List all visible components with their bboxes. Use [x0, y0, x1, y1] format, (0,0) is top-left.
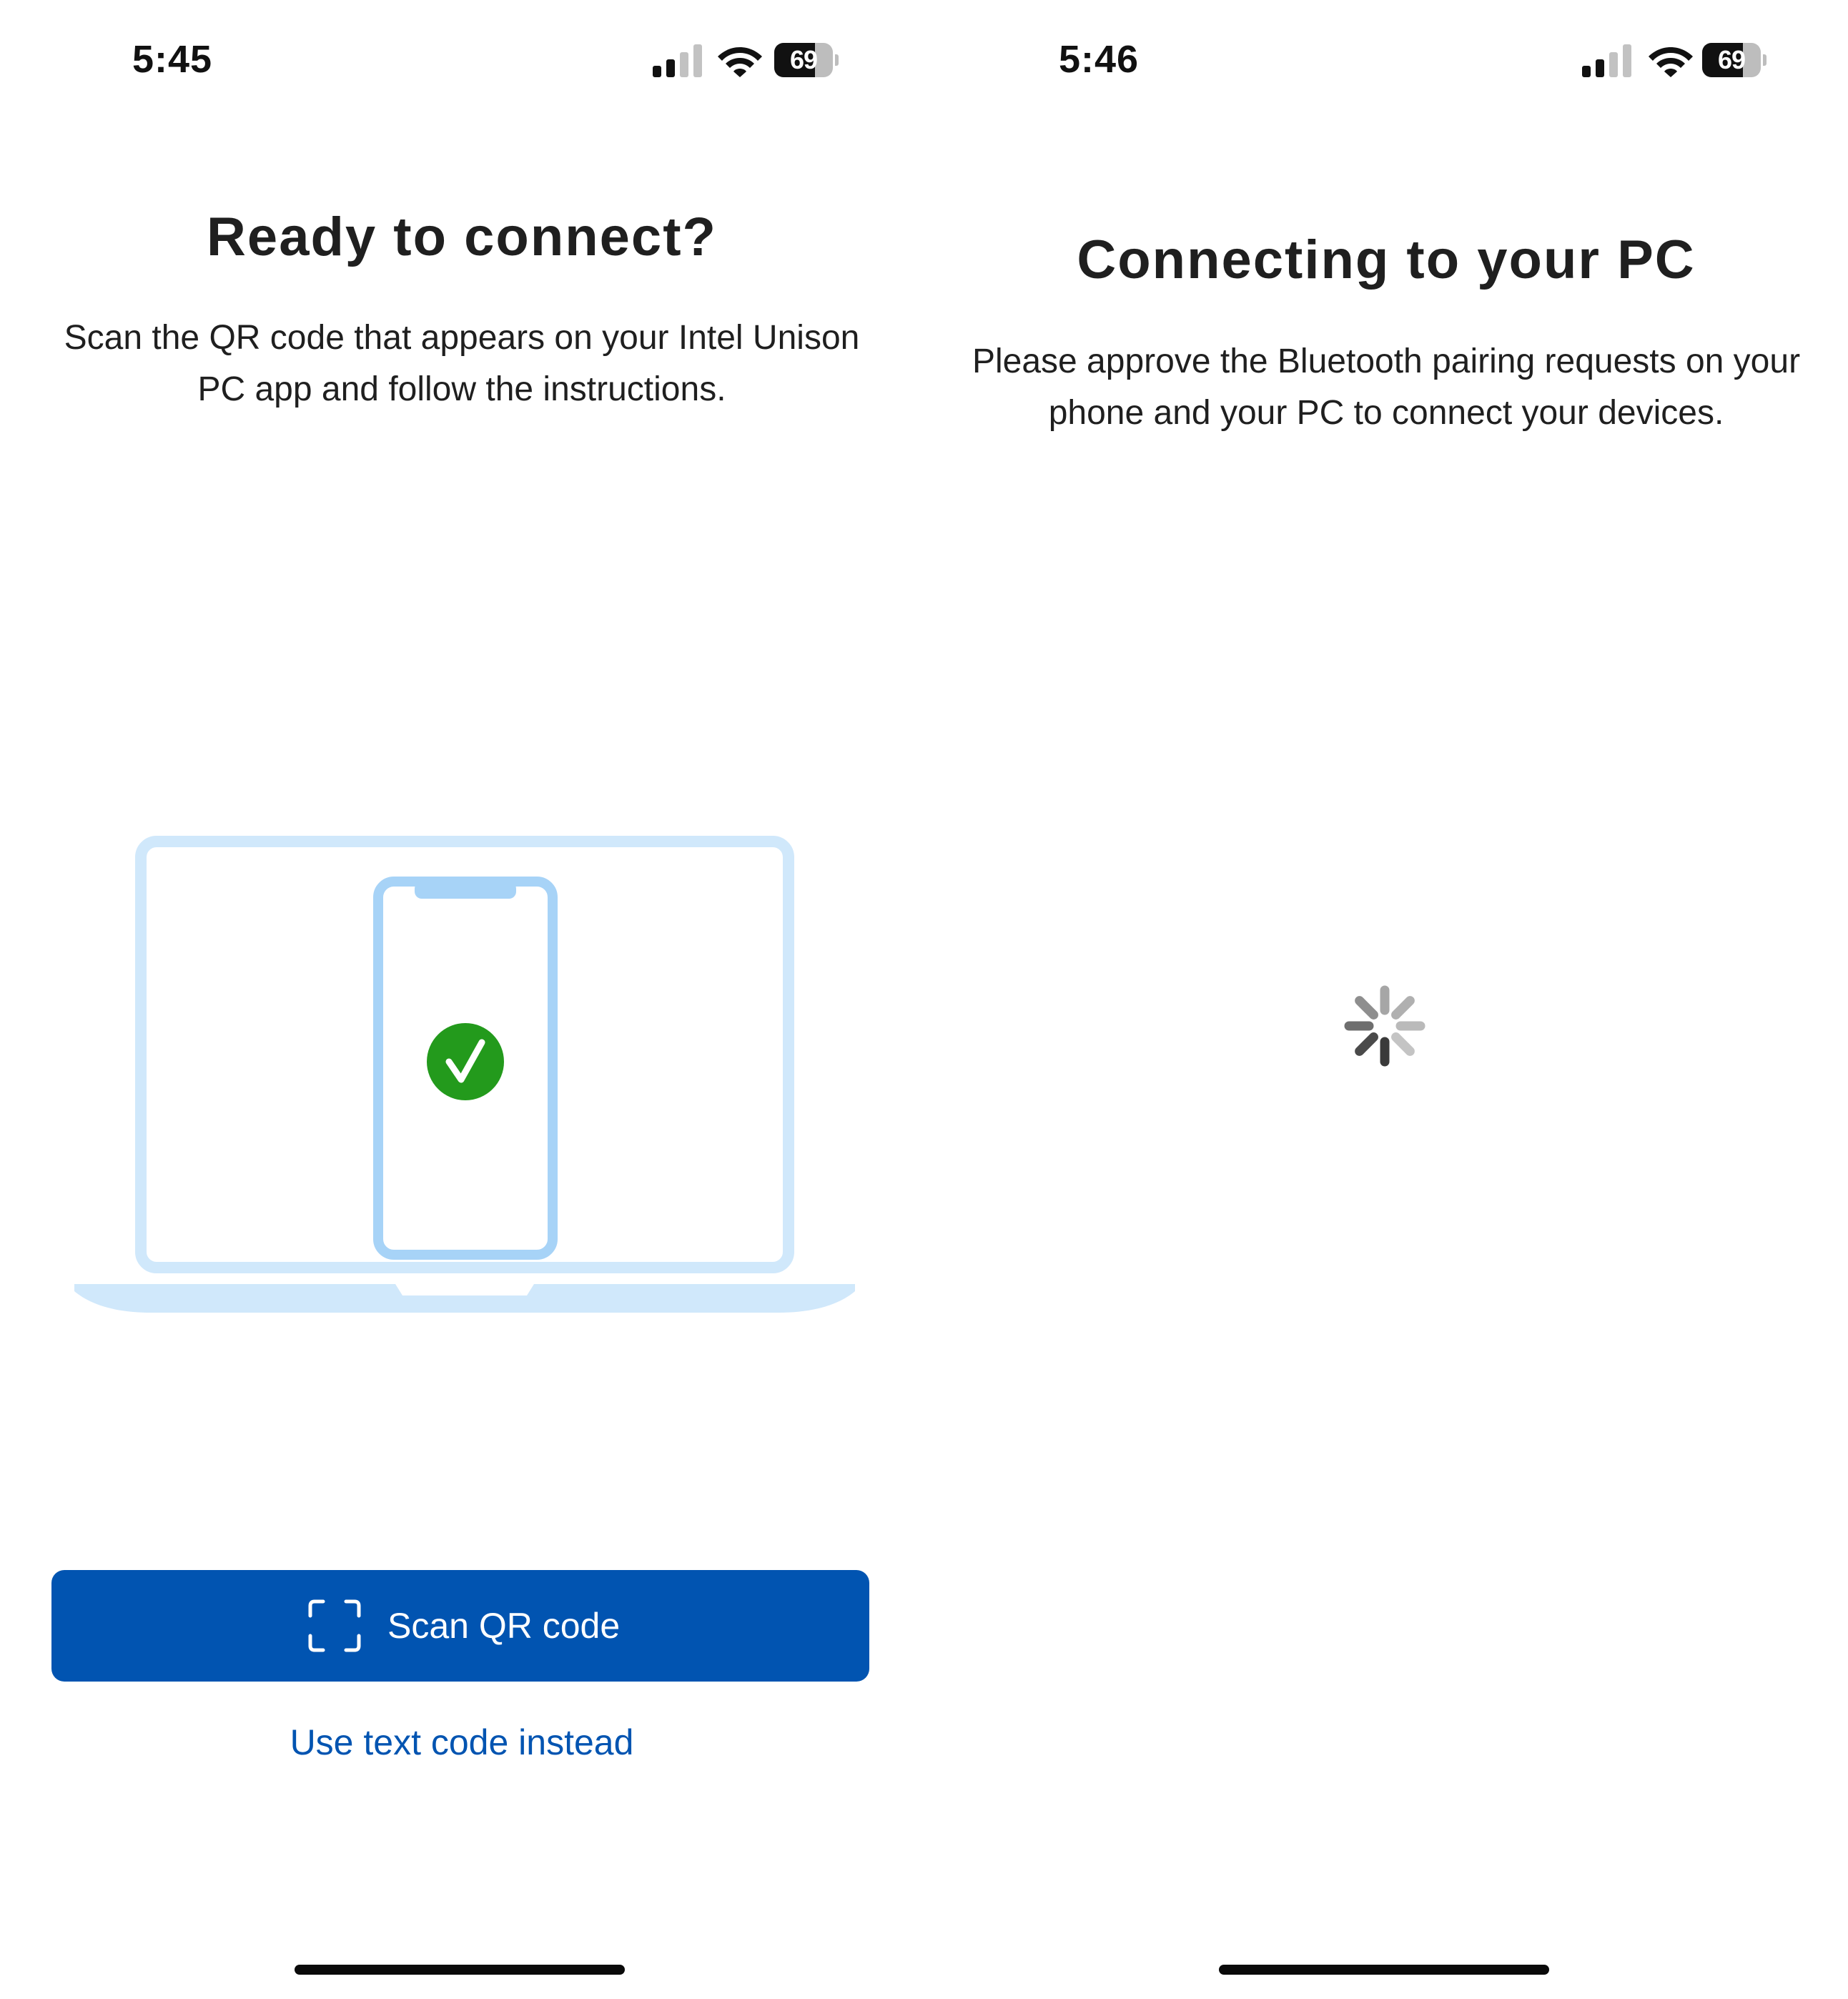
- battery-icon: 69: [774, 43, 839, 77]
- battery-tip: [835, 54, 839, 66]
- battery-icon: 69: [1702, 43, 1767, 77]
- connecting-screen: 5:46 69 Connecting to your PC Please app…: [924, 0, 1848, 1999]
- page-title: Connecting to your PC: [1077, 229, 1696, 290]
- battery-level: 69: [1717, 45, 1746, 74]
- cellular-signal-icon: [1582, 44, 1631, 77]
- loading-spinner-icon: [1344, 985, 1425, 1067]
- checkmark-icon: [427, 1023, 504, 1100]
- page-title: Ready to connect?: [207, 207, 717, 267]
- wifi-icon: [1649, 47, 1693, 77]
- page-description: Please approve the Bluetooth pairing req…: [972, 342, 1801, 432]
- use-text-code-link[interactable]: Use text code instead: [0, 1722, 924, 1763]
- status-time: 5:45: [132, 38, 213, 81]
- battery-body: 69: [774, 43, 833, 77]
- battery-tip: [1763, 54, 1767, 66]
- laptop-phone-illustration: [74, 836, 855, 1313]
- page-description: Scan the QR code that appears on your In…: [64, 319, 860, 408]
- wifi-icon: [718, 47, 762, 77]
- spinner-spoke: [1355, 996, 1378, 1020]
- spinner-spoke: [1391, 1032, 1415, 1056]
- battery-body: 69: [1702, 43, 1761, 77]
- scan-qr-code-button[interactable]: Scan QR code: [51, 1570, 869, 1682]
- scan-qr-code-label: Scan QR code: [387, 1606, 621, 1646]
- home-indicator[interactable]: [295, 1965, 625, 1975]
- home-indicator[interactable]: [1219, 1965, 1549, 1975]
- cellular-signal-icon: [653, 44, 702, 77]
- connect-screen: 5:45 69 Ready to connect? Scan the QR co…: [0, 0, 924, 1999]
- qr-scan-icon: [308, 1599, 361, 1652]
- battery-level: 69: [789, 45, 818, 74]
- spinner-spoke: [1391, 996, 1415, 1020]
- status-time: 5:46: [1059, 38, 1140, 81]
- spinner-spoke: [1355, 1032, 1378, 1056]
